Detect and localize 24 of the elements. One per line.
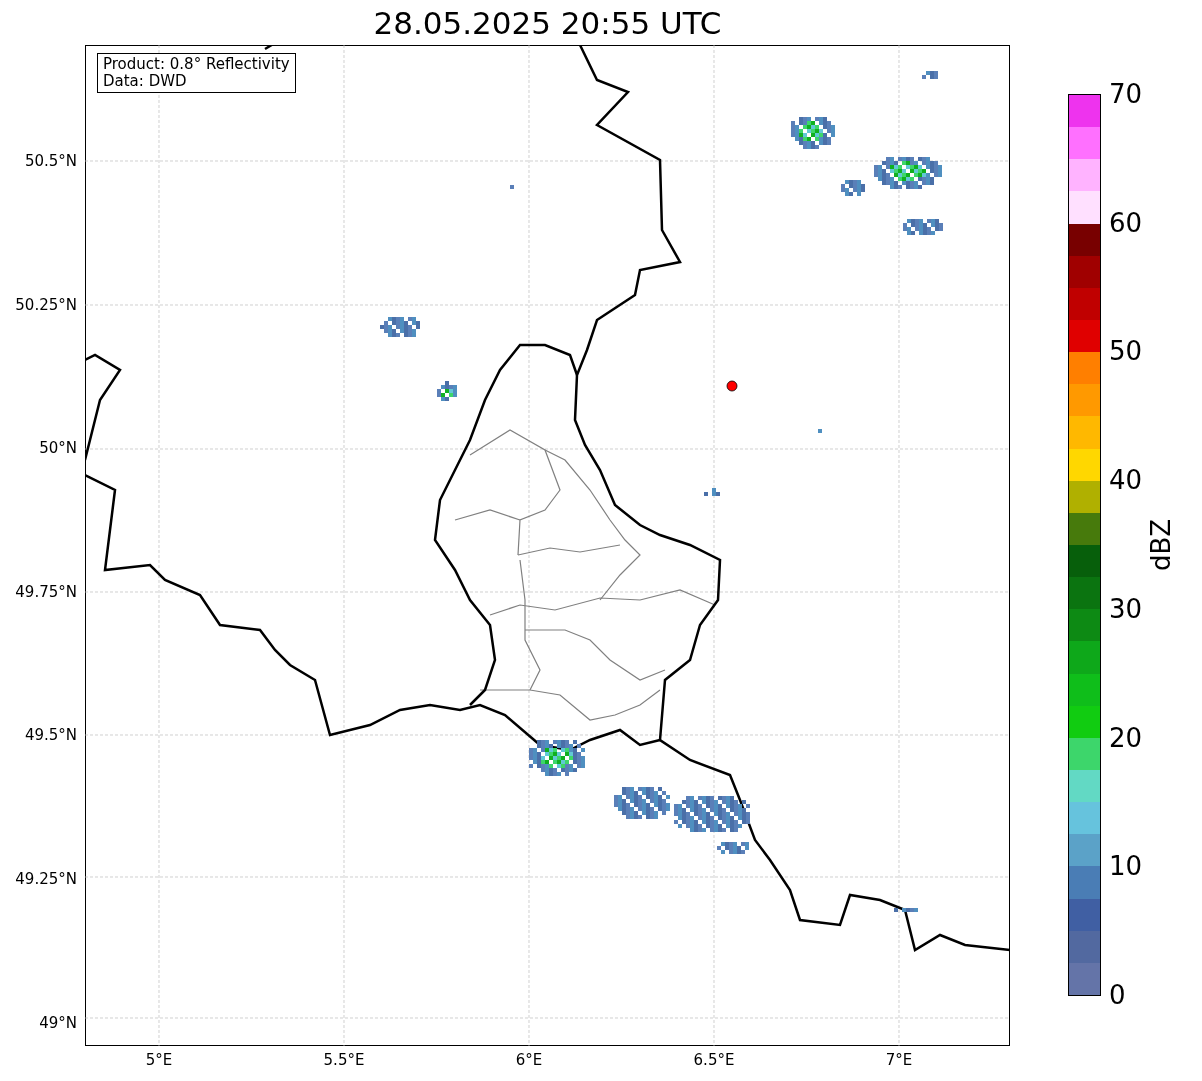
colorbar-tick-label: 10	[1109, 851, 1143, 882]
longitude-label: 5.5°E	[322, 1051, 366, 1069]
latitude-label: 49°N	[39, 1013, 77, 1032]
longitude-label: 5°E	[144, 1051, 174, 1069]
colorbar-tick-label: 20	[1109, 722, 1143, 753]
chart-title: 28.05.2025 20:55 UTC	[373, 4, 722, 42]
colorbar-tick-label: 60	[1109, 207, 1143, 238]
latitude-label: 49.5°N	[24, 726, 77, 745]
colorbar-tick-label: 0	[1109, 980, 1126, 1010]
colorbar-axis-label: dBZ	[1146, 518, 1176, 572]
latitude-label: 50.25°N	[15, 295, 77, 314]
colorbar-tick-label: 40	[1109, 465, 1143, 496]
colorbar-tick-label: 50	[1109, 336, 1143, 367]
longitude-label: 6.5°E	[692, 1051, 736, 1069]
colorbar-tick-label: 70	[1109, 79, 1143, 109]
latitude-label: 50.5°N	[24, 152, 77, 170]
colorbar-tick-label: 30	[1109, 593, 1143, 624]
legend-text: Product: 0.8° Reflectivity	[103, 56, 290, 73]
legend-text: Data: DWD	[103, 73, 188, 90]
latitude-label: 49.25°N	[15, 870, 77, 888]
latitude-label: 49.75°N	[15, 582, 77, 601]
longitude-label: 6°E	[514, 1051, 544, 1069]
latitude-label: 50°N	[39, 439, 77, 458]
longitude-label: 7°E	[884, 1051, 914, 1069]
